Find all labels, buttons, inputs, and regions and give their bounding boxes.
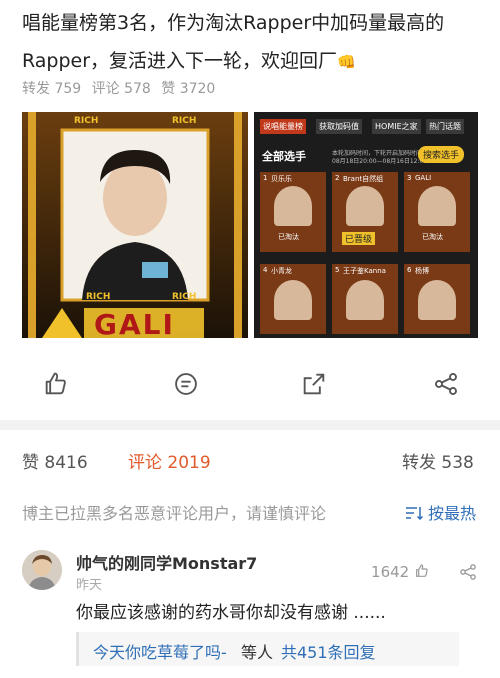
reply-preview[interactable]: 今天你吃草莓了吗- 等人 共451条回复 [76,632,459,666]
comment-time: 昨天 [76,578,103,593]
post-line-2: Rapper，复活进入下一轮，欢迎回厂👊 [22,42,482,81]
share-icon[interactable] [458,562,478,582]
comment-like-button[interactable]: 1642 [371,563,430,581]
comment-username[interactable]: 帅气的刚同学Monstar7 [76,550,257,574]
player-card-2: 2 Brant自然组 已晋级 [332,172,398,252]
sort-icon [405,507,423,521]
tab-like[interactable]: 赞 8416 [22,448,88,473]
image-tab-4: 热门话题 [426,119,464,134]
player-card-5: 5 王子鉴Kanna [332,264,398,334]
tab-repost[interactable]: 转发 538 [402,448,474,473]
player-1-rank: 1 [263,174,268,182]
reply-author-link[interactable]: 今天你吃草莓了吗- [93,639,227,663]
date-line-2: 08月18日20:00—08月16日12:00 [332,158,428,165]
player-2-tag: 已晋级 [342,232,376,245]
like-icon[interactable] [42,370,70,398]
reply-suffix: 等人 [241,643,274,662]
repost-count[interactable]: 转发 759 [22,81,81,97]
post-stats: 转发 759 评论 578 赞 3720 [22,78,221,98]
banner-bottom-left: RICH [86,292,111,302]
section-divider [0,420,500,430]
share-icon[interactable] [432,370,460,398]
repost-icon[interactable] [300,370,328,398]
big-name-text: GALI [94,308,175,338]
player-5-rank: 5 [335,266,340,274]
player-4-rank: 4 [263,266,268,274]
player-6-rank: 6 [407,266,412,274]
player-card-3: 3 GALI 已淘汰 [404,172,470,252]
section-title: 全部选手 [262,150,306,163]
sort-label: 按最热 [427,504,476,523]
action-bar [0,360,500,408]
image-tab-2: 获取加码值 [316,119,362,134]
like-icon [416,564,428,577]
image-tab-3: HOMIE之家 [372,119,421,134]
player-5-name: 王子鉴Kanna [343,267,386,275]
player-card-1: 1 贝乐乐 已淘汰 [260,172,326,252]
player-3-name: GALI [415,174,432,182]
reply-count-link[interactable]: 共451条回复 [281,639,376,663]
fist-emoji-icon: 👊 [337,53,356,71]
player-3-rank: 3 [407,174,412,182]
player-1-tag: 已淘汰 [278,233,299,241]
comment-like-count: 1642 [371,563,410,581]
image-tab-1: 说唱能量榜 [260,119,306,134]
avatar[interactable] [22,550,62,590]
player-2-rank: 2 [335,174,340,182]
player-1-name: 贝乐乐 [271,175,292,183]
comment-icon[interactable] [172,370,200,398]
post-image-1[interactable]: RICH RICH RICH RICH GALI [22,112,248,338]
avatar-image [22,550,62,590]
player-3-tag: 已淘汰 [422,233,443,241]
tab-comment[interactable]: 评论 2019 [128,448,211,473]
sort-button[interactable]: 按最热 [405,500,476,524]
player-4-name: 小青龙 [271,267,292,275]
banner-top-left: RICH [74,116,99,126]
player-6-name: 杨博 [415,267,429,275]
search-player-button: 搜索选手 [418,146,465,163]
player-card-4: 4 小青龙 [260,264,326,334]
banner-bottom-right: RICH [172,292,197,302]
like-count[interactable]: 赞 3720 [161,81,215,97]
comment-text: 你最应该感谢的药水哥你却没有感谢 ...... [76,603,386,623]
gali-portrait-image [22,112,248,338]
post-line-1: 唱能量榜第3名，作为淘汰Rapper中加码量最高的 [22,12,445,34]
post-line-2-text: Rapper，复活进入下一轮，欢迎回厂 [22,50,338,72]
image-tab-bar: 说唱能量榜 获取加码值 HOMIE之家 热门话题 [258,116,474,138]
comment-notice: 博主已拉黑多名恶意评论用户，请谨慎评论 [22,504,327,523]
banner-top-right: RICH [172,116,197,126]
post-text: 唱能量榜第3名，作为淘汰Rapper中加码量最高的 Rapper，复活进入下一轮… [22,4,482,81]
player-card-6: 6 杨博 [404,264,470,334]
post-image-2[interactable]: 说唱能量榜 获取加码值 HOMIE之家 热门话题 全部选手 本轮加码时间，下轮开… [254,112,478,338]
comment-count[interactable]: 评论 578 [92,81,151,97]
player-2-name: Brant自然组 [343,175,384,183]
